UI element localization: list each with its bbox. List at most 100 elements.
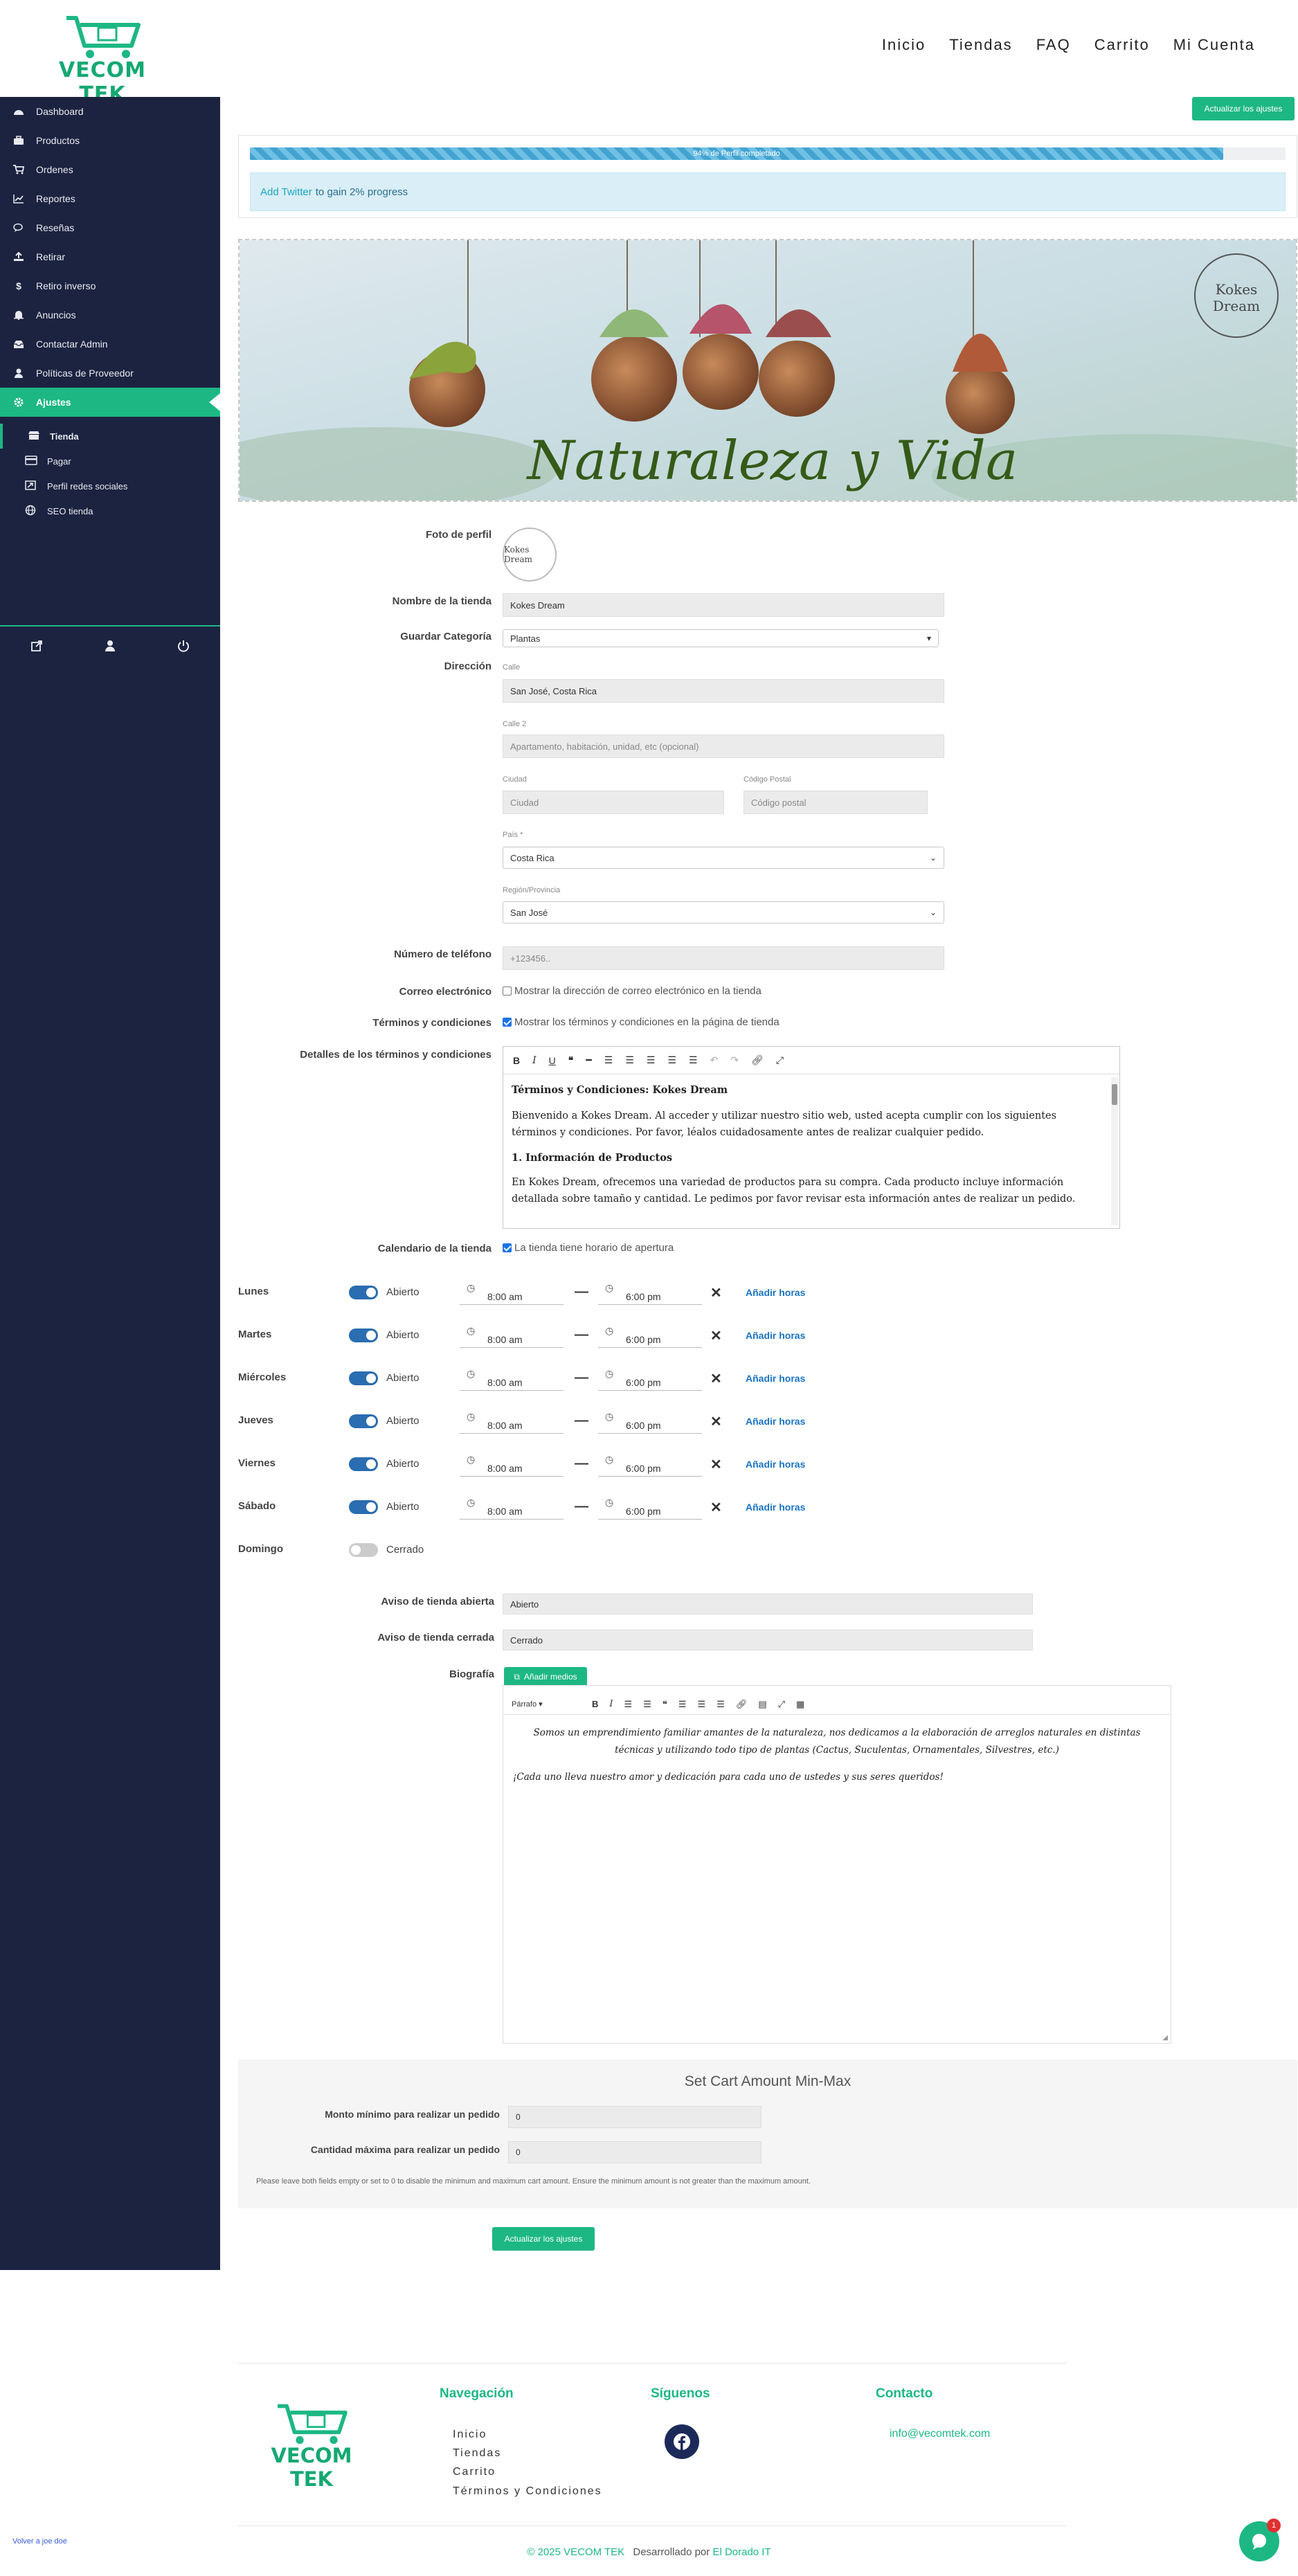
- closed-notice-input[interactable]: Cerrado: [503, 1630, 1033, 1650]
- close-icon[interactable]: ✕: [710, 1284, 722, 1301]
- category-select[interactable]: Plantas ▾: [503, 629, 939, 647]
- sidebar-item-ajustes[interactable]: Ajustes: [0, 388, 220, 417]
- street-input[interactable]: San José, Costa Rica: [503, 679, 944, 703]
- underline-icon[interactable]: U: [549, 1055, 556, 1066]
- quote-icon[interactable]: ❝: [568, 1054, 574, 1066]
- add-media-button[interactable]: ⧉ Añadir medios: [504, 1667, 587, 1686]
- sidebar-item-productos[interactable]: Productos: [0, 126, 220, 155]
- sidebar-sub-pagar[interactable]: Pagar: [0, 449, 220, 474]
- toolbar-toggle-icon[interactable]: ▦: [796, 1699, 804, 1710]
- day-toggle[interactable]: [349, 1414, 378, 1428]
- add-hours-link[interactable]: Añadir horas: [746, 1416, 805, 1427]
- footer-link-carrito[interactable]: Carrito: [453, 2466, 496, 2478]
- hr-icon[interactable]: ━: [586, 1054, 591, 1066]
- close-time-input[interactable]: ◷ 6:00 pm: [598, 1409, 702, 1434]
- brand-logo[interactable]: VECOM TEK: [40, 12, 165, 107]
- sidebar-item-reportes[interactable]: Reportes: [0, 184, 220, 213]
- nav-inicio[interactable]: Inicio: [882, 36, 926, 54]
- add-twitter-link[interactable]: Add Twitter: [260, 186, 312, 198]
- region-select[interactable]: San José ⌄: [503, 901, 944, 924]
- align-left-icon[interactable]: ☰: [678, 1699, 687, 1710]
- align-left-icon[interactable]: ☰: [647, 1054, 656, 1066]
- footer-link-terminos[interactable]: Términos y Condiciones: [453, 2485, 602, 2498]
- open-time-input[interactable]: ◷ 8:00 am: [460, 1452, 564, 1477]
- link-icon[interactable]: 🔗︎: [736, 1699, 748, 1710]
- add-hours-link[interactable]: Añadir horas: [746, 1330, 805, 1341]
- more-icon[interactable]: ▤: [758, 1699, 766, 1710]
- day-toggle[interactable]: [349, 1371, 378, 1385]
- developer-link[interactable]: El Dorado IT: [712, 2546, 770, 2558]
- update-settings-button-top[interactable]: Actualizar los ajustes: [1192, 97, 1295, 120]
- chat-button[interactable]: 1: [1239, 2519, 1281, 2561]
- street2-input[interactable]: Apartamento, habitación, unidad, etc (op…: [503, 735, 944, 758]
- close-time-input[interactable]: ◷ 6:00 pm: [598, 1323, 702, 1348]
- max-amount-input[interactable]: 0: [508, 2141, 761, 2163]
- sidebar-item-retiro-inverso[interactable]: $ Retiro inverso: [0, 271, 220, 300]
- fullscreen-icon[interactable]: ⤢: [778, 1699, 785, 1710]
- close-icon[interactable]: ✕: [710, 1456, 722, 1473]
- close-icon[interactable]: ✕: [710, 1327, 722, 1344]
- bullet-list-icon[interactable]: ☰: [604, 1054, 613, 1066]
- fullscreen-icon[interactable]: ⤢: [776, 1054, 784, 1066]
- sidebar-sub-seo[interactable]: SEO tienda: [0, 498, 220, 523]
- align-center-icon[interactable]: ☰: [667, 1054, 676, 1066]
- sidebar-item-politicas[interactable]: Políticas de Proveedor: [0, 359, 220, 388]
- terms-editor[interactable]: B I U ❝ ━ ☰ ☰ ☰ ☰ ☰ ↶ ↷ 🔗︎ ⤢ Términos y …: [503, 1046, 1120, 1229]
- redo-icon[interactable]: ↷: [730, 1054, 739, 1066]
- zip-input[interactable]: Código postal: [743, 791, 928, 814]
- close-time-input[interactable]: ◷ 6:00 pm: [598, 1452, 702, 1477]
- number-list-icon[interactable]: ☰: [643, 1699, 651, 1710]
- sidebar-sub-redes[interactable]: Perfil redes sociales: [0, 474, 220, 498]
- bold-icon[interactable]: B: [513, 1055, 520, 1066]
- add-hours-link[interactable]: Añadir horas: [746, 1373, 805, 1384]
- sidebar-item-dashboard[interactable]: Dashboard: [0, 97, 220, 126]
- editor-scrollbar[interactable]: [1111, 1077, 1118, 1225]
- resize-handle-icon[interactable]: ◢: [1162, 2034, 1168, 2042]
- sidebar-item-resenas[interactable]: Reseñas: [0, 213, 220, 242]
- min-amount-input[interactable]: 0: [508, 2106, 761, 2128]
- store-name-input[interactable]: Kokes Dream: [503, 593, 944, 617]
- italic-icon[interactable]: I: [532, 1055, 537, 1066]
- power-icon[interactable]: [177, 640, 190, 656]
- link-icon[interactable]: 🔗︎: [751, 1054, 764, 1066]
- add-hours-link[interactable]: Añadir horas: [746, 1287, 805, 1298]
- bullet-list-icon[interactable]: ☰: [624, 1699, 633, 1710]
- sidebar-item-contactar-admin[interactable]: Contactar Admin: [0, 330, 220, 359]
- facebook-icon[interactable]: [665, 2424, 699, 2459]
- footer-link-tiendas[interactable]: Tiendas: [453, 2447, 501, 2460]
- email-checkbox-row[interactable]: Mostrar la dirección de correo electróni…: [503, 985, 761, 997]
- add-hours-link[interactable]: Añadir horas: [746, 1502, 805, 1513]
- user-icon[interactable]: [104, 640, 116, 656]
- external-link-icon[interactable]: [30, 640, 43, 656]
- nav-carrito[interactable]: Carrito: [1094, 36, 1150, 54]
- day-toggle[interactable]: [349, 1543, 378, 1557]
- align-center-icon[interactable]: ☰: [698, 1699, 706, 1710]
- sidebar-item-anuncios[interactable]: Anuncios: [0, 300, 220, 330]
- bio-content[interactable]: Somos un emprendimiento familiar amantes…: [513, 1724, 1161, 1786]
- calendar-checkbox[interactable]: [503, 1243, 512, 1252]
- close-time-input[interactable]: ◷ 6:00 pm: [598, 1366, 702, 1391]
- footer-email-link[interactable]: info@vecomtek.com: [890, 2428, 990, 2440]
- terms-checkbox-row[interactable]: Mostrar los términos y condiciones en la…: [503, 1016, 779, 1028]
- country-select[interactable]: Costa Rica ⌄: [503, 847, 944, 869]
- close-icon[interactable]: ✕: [710, 1413, 722, 1430]
- close-icon[interactable]: ✕: [710, 1370, 722, 1387]
- sidebar-item-ordenes[interactable]: Ordenes: [0, 155, 220, 184]
- bold-icon[interactable]: B: [592, 1699, 598, 1709]
- day-toggle[interactable]: [349, 1286, 378, 1299]
- day-toggle[interactable]: [349, 1328, 378, 1342]
- store-banner[interactable]: Kokes Dream Naturaleza y Vida: [238, 239, 1297, 502]
- profile-photo[interactable]: Kokes Dream: [503, 528, 557, 582]
- close-time-input[interactable]: ◷ 6:00 pm: [598, 1280, 702, 1305]
- close-time-input[interactable]: ◷ 6:00 pm: [598, 1495, 702, 1520]
- terms-checkbox[interactable]: [503, 1018, 512, 1027]
- email-checkbox[interactable]: [503, 987, 512, 996]
- align-right-icon[interactable]: ☰: [716, 1699, 725, 1710]
- open-time-input[interactable]: ◷ 8:00 am: [460, 1409, 564, 1434]
- footer-logo[interactable]: VECOM TEK: [249, 2401, 374, 2491]
- footer-link-inicio[interactable]: Inicio: [453, 2429, 487, 2441]
- nav-tiendas[interactable]: Tiendas: [949, 36, 1012, 54]
- nav-faq[interactable]: FAQ: [1036, 36, 1071, 54]
- open-time-input[interactable]: ◷ 8:00 am: [460, 1366, 564, 1391]
- align-right-icon[interactable]: ☰: [689, 1054, 698, 1066]
